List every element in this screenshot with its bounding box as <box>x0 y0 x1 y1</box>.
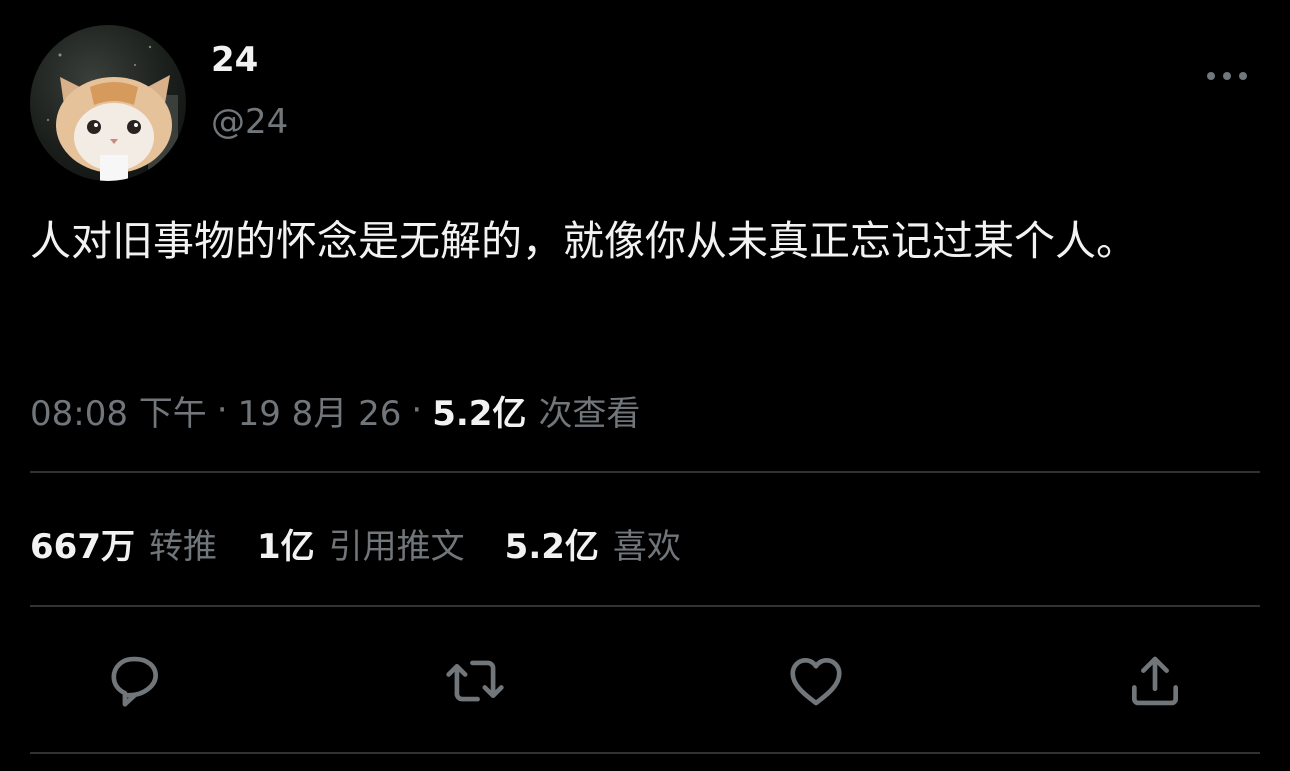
like-button[interactable] <box>785 650 847 712</box>
tweet-text: 人对旧事物的怀念是无解的，就像你从未真正忘记过某个人。 <box>30 217 1137 265</box>
more-options-button[interactable] <box>1205 62 1249 90</box>
views-label[interactable]: 次查看 <box>538 386 640 435</box>
views-count: 5.2亿 <box>432 393 527 434</box>
tweet-date[interactable]: 19 8月 26 <box>238 386 402 435</box>
likes-stat[interactable]: 5.2亿 喜欢 <box>505 519 681 568</box>
retweet-button[interactable] <box>444 650 506 712</box>
tweet-actions <box>0 640 1290 720</box>
reply-button[interactable] <box>104 650 166 712</box>
quote-tweets-stat[interactable]: 1亿 引用推文 <box>257 519 465 568</box>
quote-tweets-label: 引用推文 <box>328 526 465 567</box>
share-button[interactable] <box>1124 650 1186 712</box>
meta-separator: · <box>216 390 228 430</box>
divider <box>30 605 1260 607</box>
tweet-stats: 667万 转推 1亿 引用推文 5.2亿 喜欢 <box>30 519 721 568</box>
quote-tweets-count: 1亿 <box>256 526 315 567</box>
likes-label: 喜欢 <box>612 526 681 567</box>
cat-avatar-image <box>46 45 178 181</box>
retweets-stat[interactable]: 667万 转推 <box>30 519 217 568</box>
retweet-icon <box>446 660 504 702</box>
retweets-count: 667万 <box>30 526 135 567</box>
like-icon <box>790 658 842 706</box>
share-icon <box>1132 656 1178 706</box>
more-horizontal-icon <box>1207 72 1215 80</box>
user-handle[interactable]: @24 <box>211 102 288 142</box>
more-horizontal-icon <box>1239 72 1247 80</box>
display-name[interactable]: 24 <box>211 40 258 80</box>
divider <box>30 752 1260 754</box>
avatar[interactable] <box>30 25 186 181</box>
tweet-time[interactable]: 08:08 下午 <box>30 386 207 435</box>
likes-count: 5.2亿 <box>504 526 599 567</box>
reply-icon <box>111 656 158 707</box>
tweet-meta: 08:08 下午 · 19 8月 26 · 5.2亿 次查看 <box>30 385 640 435</box>
meta-separator: · <box>411 390 423 430</box>
retweets-label: 转推 <box>148 526 217 567</box>
more-horizontal-icon <box>1223 72 1231 80</box>
divider <box>30 471 1260 473</box>
